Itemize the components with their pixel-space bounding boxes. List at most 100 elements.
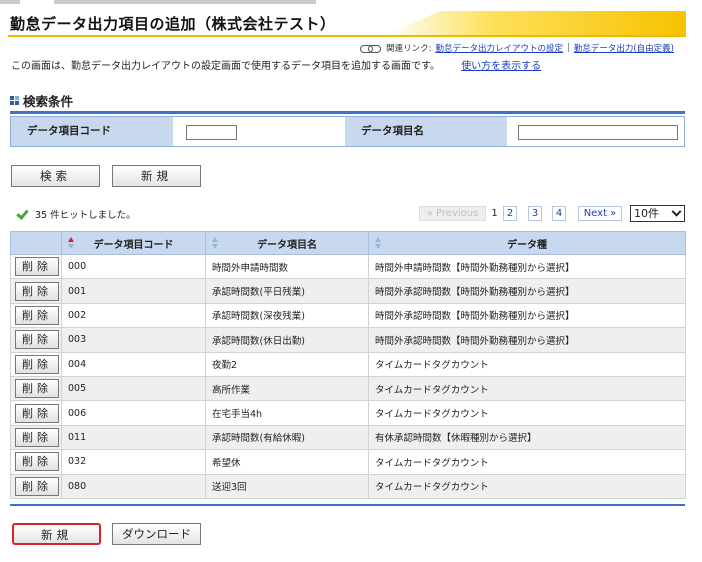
cell-type: タイムカードタグカウント [368, 400, 686, 426]
data-item-code-input[interactable] [186, 125, 237, 140]
cell-code: 032 [61, 449, 206, 475]
delete-cell: 削除 [10, 424, 62, 451]
top-strip [0, 0, 702, 6]
cell-type: 時間外承認時間数【時間外勤務種別から選択】 [368, 302, 686, 329]
cell-name: 承認時間数(平日残業) [205, 278, 369, 304]
header-label: データ項目名 [257, 239, 317, 251]
new-button-top[interactable]: 新規 [112, 165, 201, 187]
table-row: 削除 002 承認時間数(深夜残業) 時間外承認時間数【時間外勤務種別から選択】 [10, 302, 686, 329]
delete-button[interactable]: 削除 [15, 452, 59, 472]
delete-button[interactable]: 削除 [15, 379, 59, 399]
header-data-item-code[interactable]: データ項目コード [61, 231, 206, 255]
chain-link-icon [360, 44, 382, 53]
delete-cell: 削除 [10, 302, 62, 329]
checkmark-icon [16, 208, 28, 220]
cell-code: 005 [61, 375, 206, 402]
help-link[interactable]: 使い方を表示する [461, 61, 541, 72]
header-delete-column [10, 231, 62, 255]
table-row: 削除 000 時間外申請時間数 時間外申請時間数【時間外勤務種別から選択】 [10, 253, 686, 280]
pager-next[interactable]: Next » [578, 206, 622, 221]
hit-count-text: 35 件ヒットしました。 [35, 210, 136, 221]
data-item-name-input[interactable] [518, 125, 678, 140]
pager-page-4[interactable]: 4 [552, 206, 566, 221]
pager-page-3[interactable]: 3 [528, 206, 542, 221]
delete-button[interactable]: 削除 [15, 330, 59, 350]
data-item-code-label: データ項目コード [11, 117, 173, 146]
sort-arrows-icon[interactable] [375, 237, 381, 250]
related-link-layout-settings[interactable]: 勤怠データ出力レイアウトの設定 [435, 42, 563, 54]
cell-name: 承認時間数(休日出勤) [205, 327, 369, 353]
sort-arrows-icon[interactable] [212, 237, 218, 250]
delete-button[interactable]: 削除 [15, 281, 59, 301]
cell-name: 送迎3回 [205, 473, 369, 499]
cell-name: 高所作業 [205, 375, 369, 402]
cell-code: 003 [61, 327, 206, 353]
table-row: 削除 001 承認時間数(平日残業) 時間外承認時間数【時間外勤務種別から選択】 [10, 278, 686, 304]
header-label: データ種 [507, 239, 547, 251]
description-text: この画面は、勤怠データ出力レイアウトの設定画面で使用するデータ項目を追加する画面… [11, 61, 440, 72]
delete-button[interactable]: 削除 [15, 476, 59, 496]
top-strip-segment [54, 0, 316, 4]
cell-code: 001 [61, 278, 206, 304]
cell-name: 承認時間数(深夜残業) [205, 302, 369, 329]
cell-name: 希望休 [205, 449, 369, 475]
cell-code: 002 [61, 302, 206, 329]
delete-cell: 削除 [10, 253, 62, 280]
related-links-label: 関連リンク: [386, 44, 432, 54]
download-button[interactable]: ダウンロード [112, 523, 201, 545]
table-bottom-divider [10, 504, 685, 506]
data-item-name-label: データ項目名 [345, 117, 507, 146]
cell-name: 承認時間数(有給休暇) [205, 424, 369, 451]
per-page-value: 10件 [634, 207, 659, 220]
delete-button[interactable]: 削除 [15, 257, 59, 277]
pager-current-page: 1 [491, 208, 498, 219]
table-row: 削除 003 承認時間数(休日出勤) 時間外承認時間数【時間外勤務種別から選択】 [10, 327, 686, 353]
search-heading-text: 検索条件 [23, 94, 74, 109]
title-bar: 勤怠データ出力項目の追加（株式会社テスト） [8, 11, 686, 35]
cell-code: 004 [61, 351, 206, 377]
cell-code: 000 [61, 253, 206, 280]
cell-name: 在宅手当4h [205, 400, 369, 426]
title-underline [8, 35, 686, 37]
top-strip-segment [0, 0, 20, 4]
pager-page-2[interactable]: 2 [503, 206, 517, 221]
cell-name: 時間外申請時間数 [205, 253, 369, 280]
delete-cell: 削除 [10, 375, 62, 402]
cell-type: 時間外承認時間数【時間外勤務種別から選択】 [368, 327, 686, 353]
related-link-free-definition[interactable]: 勤怠データ出力(自由定義) [574, 42, 674, 54]
sort-arrows-icon[interactable] [68, 237, 74, 250]
cell-type: 時間外承認時間数【時間外勤務種別から選択】 [368, 278, 686, 304]
header-data-item-name[interactable]: データ項目名 [205, 231, 369, 255]
search-button[interactable]: 検索 [11, 165, 100, 187]
cell-name: 夜勤2 [205, 351, 369, 377]
table-row: 削除 032 希望休 タイムカードタグカウント [10, 449, 686, 475]
cell-type: タイムカードタグカウント [368, 375, 686, 402]
cell-code: 011 [61, 424, 206, 451]
header-data-type[interactable]: データ種 [368, 231, 686, 255]
table-row: 削除 006 在宅手当4h タイムカードタグカウント [10, 400, 686, 426]
delete-cell: 削除 [10, 351, 62, 377]
related-links-separator: | [566, 43, 570, 53]
new-button-bottom[interactable]: 新規 [12, 523, 101, 545]
delete-button[interactable]: 削除 [15, 354, 59, 374]
section-divider [10, 111, 685, 114]
per-page-select[interactable]: 10件 [630, 205, 685, 222]
related-links: 関連リンク: 勤怠データ出力レイアウトの設定 | 勤怠データ出力(自由定義) [360, 42, 674, 54]
section-squares-icon [10, 96, 19, 105]
delete-button[interactable]: 削除 [15, 305, 59, 325]
cell-type: タイムカードタグカウント [368, 473, 686, 499]
delete-cell: 削除 [10, 449, 62, 475]
cell-code: 006 [61, 400, 206, 426]
page-description: この画面は、勤怠データ出力レイアウトの設定画面で使用するデータ項目を追加する画面… [11, 57, 541, 72]
data-item-table: データ項目コード データ項目名 データ種 削除 000 時間外申請時間数 時間外… [10, 231, 686, 499]
delete-cell: 削除 [10, 278, 62, 304]
delete-cell: 削除 [10, 473, 62, 499]
delete-cell: 削除 [10, 400, 62, 426]
delete-button[interactable]: 削除 [15, 427, 59, 447]
chevron-down-icon [671, 206, 682, 217]
search-conditions-panel: データ項目コード データ項目名 [10, 116, 685, 147]
cell-type: 時間外申請時間数【時間外勤務種別から選択】 [368, 253, 686, 280]
hit-count: 35 件ヒットしました。 [16, 207, 136, 221]
title-decoration [386, 11, 686, 35]
delete-button[interactable]: 削除 [15, 403, 59, 423]
